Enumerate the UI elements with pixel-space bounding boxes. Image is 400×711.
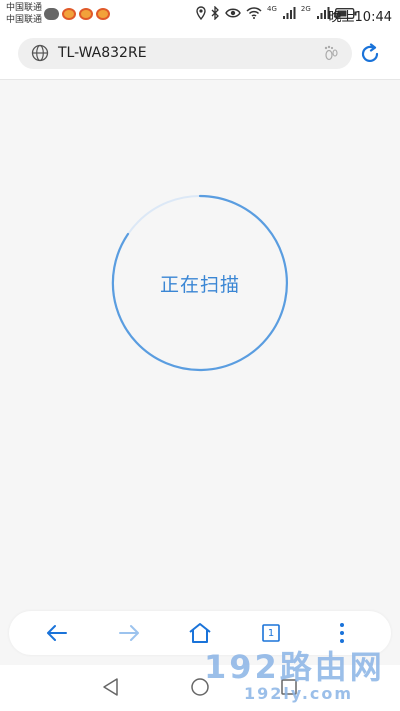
scan-status-text: 正在扫描 [159, 273, 240, 296]
refresh-icon[interactable] [359, 43, 381, 65]
address-bar[interactable]: TL-WA832RE [18, 38, 352, 69]
carrier-2: 中国联通 [6, 15, 43, 25]
weibo-icon [79, 8, 93, 20]
address-bar-area: TL-WA832RE [0, 30, 400, 80]
eye-icon [225, 8, 241, 18]
url-text[interactable]: TL-WA832RE [58, 45, 147, 61]
weibo-icon [96, 8, 110, 20]
weibo-icon [62, 8, 76, 20]
network-1-label: 4G [267, 5, 277, 13]
location-icon [196, 6, 206, 20]
back-button[interactable] [37, 611, 77, 655]
globe-icon [31, 44, 49, 62]
watermark: 192路由网 192ly.com [200, 640, 396, 710]
nav-back-icon[interactable] [101, 677, 121, 697]
notification-icons [44, 8, 110, 20]
scan-page: 正在扫描 [0, 81, 400, 611]
footprint-icon[interactable] [322, 44, 340, 62]
forward-arrow-icon [119, 625, 139, 641]
status-bar: 中国联通 中国联通 4G 2G 晚上10:44 [0, 0, 400, 30]
carrier-info: 中国联通 中国联通 [6, 2, 42, 26]
bluetooth-icon [211, 6, 219, 20]
signal-icon [282, 6, 296, 19]
network-2-label: 2G [300, 5, 311, 13]
wechat-icon [44, 8, 59, 20]
watermark-title: 192路由网 [204, 648, 385, 686]
watermark-domain: 192ly.com [244, 684, 354, 703]
carrier-1: 中国联通 [6, 3, 43, 13]
forward-button[interactable] [109, 611, 149, 655]
back-arrow-icon [47, 625, 67, 641]
wifi-icon [246, 7, 262, 19]
clock: 晚上10:44 [328, 10, 392, 25]
